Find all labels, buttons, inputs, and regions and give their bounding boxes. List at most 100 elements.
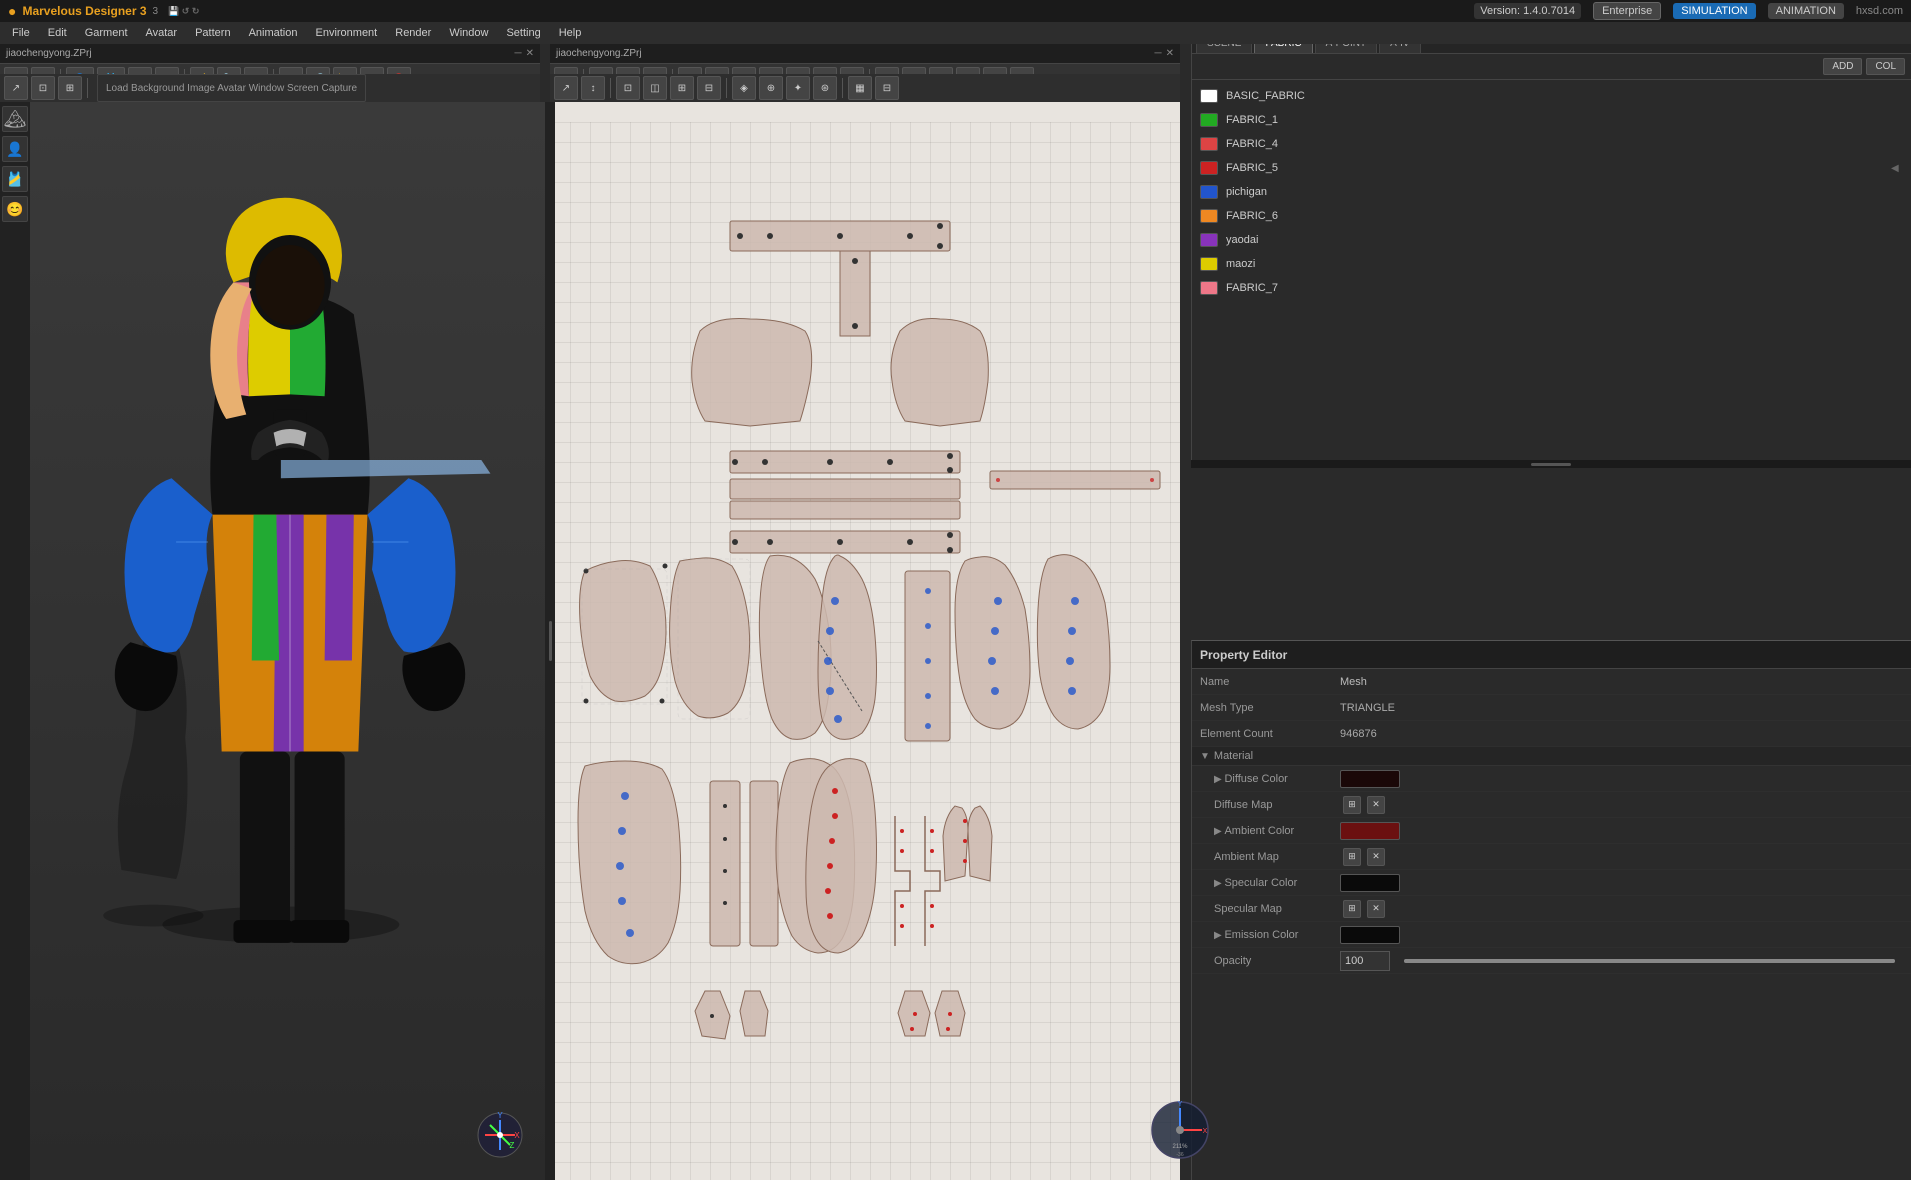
fabric-item-6[interactable]: FABRIC_6 — [1192, 204, 1911, 228]
menu-garment[interactable]: Garment — [77, 25, 136, 41]
specular-map-browse[interactable]: ⊞ — [1343, 900, 1361, 918]
tb2-r-sep2 — [726, 78, 727, 98]
fabric-item-basic[interactable]: BASIC_FABRIC — [1192, 84, 1911, 108]
tb2-r-t12[interactable]: ⊟ — [875, 76, 899, 100]
property-editor-panel: Property Editor Name Mesh Mesh Type TRIA… — [1191, 640, 1911, 1180]
enterprise-badge: Enterprise — [1593, 2, 1661, 20]
prop-row-ambient-color: ▶ Ambient Color — [1192, 818, 1911, 844]
menu-file[interactable]: File — [4, 25, 38, 41]
ambient-color-swatch[interactable] — [1340, 822, 1400, 840]
property-editor-header: Property Editor — [1192, 641, 1911, 669]
viewport-pattern[interactable] — [550, 102, 1180, 1180]
fabric-5-expand: ◀ — [1891, 163, 1903, 174]
app-title-text: Marvelous Designer 3 — [22, 4, 146, 18]
menu-bar: File Edit Garment Avatar Pattern Animati… — [0, 22, 1911, 44]
right-viewport-close[interactable]: ✕ — [1166, 48, 1174, 59]
col-button[interactable]: COL — [1866, 58, 1905, 75]
menu-setting[interactable]: Setting — [498, 25, 548, 41]
tb2-r-t9[interactable]: ✦ — [786, 76, 810, 100]
opacity-slider[interactable] — [1404, 959, 1895, 963]
fabric-item-maozi[interactable]: maozi — [1192, 252, 1911, 276]
menu-edit[interactable]: Edit — [40, 25, 75, 41]
fabric-name-maozi: maozi — [1226, 258, 1903, 270]
fabric-name-5: FABRIC_5 — [1226, 162, 1891, 174]
diffuse-color-swatch[interactable] — [1340, 770, 1400, 788]
svg-text:-36: -36 — [1176, 1152, 1183, 1158]
sidebar-icon-1[interactable]: 🏔 — [2, 106, 28, 132]
fabric-color-1 — [1200, 113, 1218, 127]
viewport-3d[interactable]: Y X Z — [30, 102, 545, 1180]
prop-label-ambient-map: Ambient Map — [1200, 851, 1340, 863]
animation-badge[interactable]: ANIMATION — [1768, 3, 1844, 19]
ambient-map-clear[interactable]: ✕ — [1367, 848, 1385, 866]
simulation-badge[interactable]: SIMULATION — [1673, 3, 1755, 19]
tb2-r-t3[interactable]: ⊡ — [616, 76, 640, 100]
prop-section-material[interactable]: ▼ Material — [1192, 747, 1911, 766]
tb2-t1[interactable]: ⊡ — [31, 76, 55, 100]
prop-label-specular-color: ▶ Specular Color — [1200, 877, 1340, 889]
fabric-item-5[interactable]: FABRIC_5 ◀ — [1192, 156, 1911, 180]
fabric-item-7[interactable]: FABRIC_7 — [1192, 276, 1911, 300]
left-viewport-minimize[interactable]: ─ — [515, 48, 522, 59]
fabric-name-pichigan: pichigan — [1226, 186, 1903, 198]
menu-avatar[interactable]: Avatar — [138, 25, 186, 41]
tb2-r-t6[interactable]: ⊟ — [697, 76, 721, 100]
fabric-color-basic — [1200, 89, 1218, 103]
fabric-name-yaodai: yaodai — [1226, 234, 1903, 246]
fabric-name-4: FABRIC_4 — [1226, 138, 1903, 150]
left-sidebar: 🏔 👤 🎽 😊 — [0, 102, 30, 1180]
sidebar-icon-2[interactable]: 👤 — [2, 136, 28, 162]
fabric-item-pichigan[interactable]: pichigan — [1192, 180, 1911, 204]
tb2-r-t2[interactable]: ↕ — [581, 76, 605, 100]
tb2-t2[interactable]: ⊞ — [58, 76, 82, 100]
tb2-r-t1[interactable]: ↗ — [554, 76, 578, 100]
tb2-r-t5[interactable]: ⊞ — [670, 76, 694, 100]
menu-render[interactable]: Render — [387, 25, 439, 41]
prop-row-diffuse-map: Diffuse Map ⊞ ✕ — [1192, 792, 1911, 818]
svg-text:211%: 211% — [1173, 1144, 1189, 1150]
menu-pattern[interactable]: Pattern — [187, 25, 238, 41]
fabric-color-6 — [1200, 209, 1218, 223]
version-label: Version: 1.4.0.7014 — [1474, 3, 1581, 19]
svg-text:Y: Y — [1178, 1101, 1183, 1108]
right-viewport-minimize[interactable]: ─ — [1155, 48, 1162, 59]
left-viewport-close[interactable]: ✕ — [526, 48, 534, 59]
fabric-item-yaodai[interactable]: yaodai — [1192, 228, 1911, 252]
fabric-item-1[interactable]: FABRIC_1 — [1192, 108, 1911, 132]
fabric-name-1: FABRIC_1 — [1226, 114, 1903, 126]
tb2-r-t11[interactable]: ▦ — [848, 76, 872, 100]
sidebar-icon-4[interactable]: 😊 — [2, 196, 28, 222]
tb2-arrow[interactable]: ↗ — [4, 76, 28, 100]
material-label: Material — [1214, 750, 1253, 762]
menu-help[interactable]: Help — [551, 25, 590, 41]
menu-window[interactable]: Window — [441, 25, 496, 41]
menu-animation[interactable]: Animation — [241, 25, 306, 41]
fabric-name-6: FABRIC_6 — [1226, 210, 1903, 222]
sidebar-icon-3[interactable]: 🎽 — [2, 166, 28, 192]
diffuse-map-clear[interactable]: ✕ — [1367, 796, 1385, 814]
emission-color-swatch[interactable] — [1340, 926, 1400, 944]
ambient-map-browse[interactable]: ⊞ — [1343, 848, 1361, 866]
prop-value-name: Mesh — [1340, 676, 1903, 688]
add-button[interactable]: ADD — [1823, 58, 1862, 75]
opacity-input[interactable] — [1340, 951, 1390, 971]
menu-environment[interactable]: Environment — [307, 25, 385, 41]
tb2-r-t4[interactable]: ◫ — [643, 76, 667, 100]
tb2-r-t7[interactable]: ◈ — [732, 76, 756, 100]
specular-color-swatch[interactable] — [1340, 874, 1400, 892]
tb2-r-t8[interactable]: ⊕ — [759, 76, 783, 100]
title-bar-right: Version: 1.4.0.7014 Enterprise SIMULATIO… — [1474, 2, 1903, 20]
tb2-r-t10[interactable]: ⊛ — [813, 76, 837, 100]
fabric-name-basic: BASIC_FABRIC — [1226, 90, 1903, 102]
diffuse-map-browse[interactable]: ⊞ — [1343, 796, 1361, 814]
fabric-name-7: FABRIC_7 — [1226, 282, 1903, 294]
title-bar: ● Marvelous Designer 3 3 💾 ↺ ↻ Version: … — [0, 0, 1911, 22]
svg-text:X: X — [1203, 1128, 1208, 1135]
specular-map-clear[interactable]: ✕ — [1367, 900, 1385, 918]
app-title: ● Marvelous Designer 3 3 💾 ↺ ↻ — [8, 3, 199, 19]
viewport-divider[interactable] — [545, 102, 555, 1180]
material-toggle: ▼ — [1200, 751, 1210, 762]
fabric-item-4[interactable]: FABRIC_4 — [1192, 132, 1911, 156]
panel-divider[interactable] — [1191, 460, 1911, 468]
tb2-sep1 — [87, 78, 88, 98]
